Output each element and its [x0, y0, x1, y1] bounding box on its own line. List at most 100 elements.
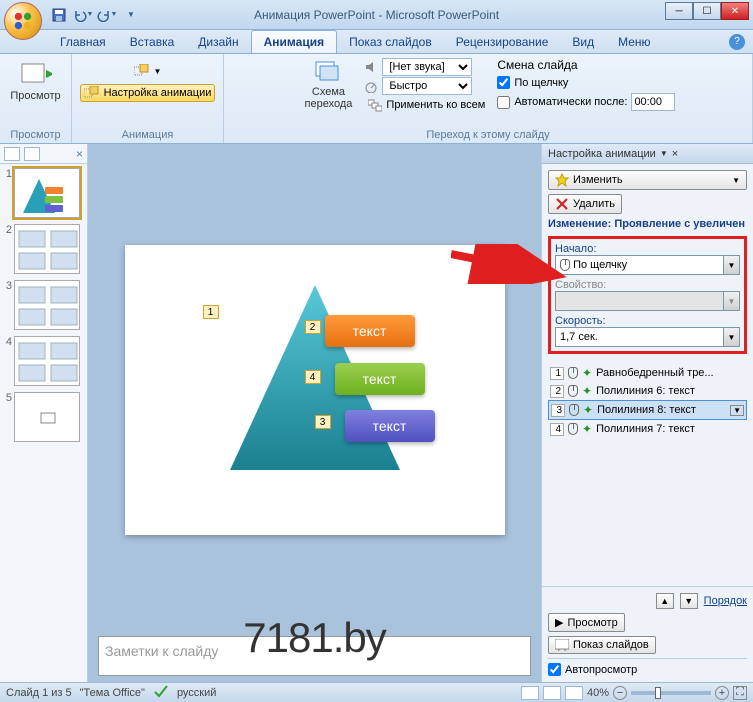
custom-anim-label: Настройка анимации — [104, 87, 212, 99]
preview-label: Просмотр — [10, 90, 60, 102]
mouse-icon — [568, 423, 578, 435]
change-effect-button[interactable]: Изменить ▼ — [548, 170, 747, 190]
spellcheck-icon[interactable] — [153, 684, 169, 701]
sorter-view-button[interactable] — [543, 686, 561, 700]
speed-label: Скорость: — [555, 315, 740, 327]
delete-icon — [555, 197, 569, 211]
animate-icon — [134, 64, 150, 78]
thumbs-header: × — [0, 144, 87, 164]
delete-effect-button[interactable]: Удалить — [548, 194, 622, 214]
anim-group-label: Анимация — [72, 129, 223, 141]
anim-item-4[interactable]: 4✦Полилиния 7: текст — [548, 420, 747, 438]
on-click-check[interactable]: По щелчку — [497, 76, 675, 89]
zoom-percent[interactable]: 40% — [587, 687, 609, 699]
thumb-1[interactable]: 1 — [2, 168, 85, 218]
thumbs-list[interactable]: 1 2 3 4 5 — [0, 164, 87, 682]
scheme-label: Схема перехода — [305, 86, 353, 110]
custom-animation-button[interactable]: Настройка анимации — [80, 84, 216, 102]
thumbs-close[interactable]: × — [76, 147, 83, 161]
anim-item-1[interactable]: 1✦Равнобедренный тре... — [548, 364, 747, 382]
tab-menu[interactable]: Меню — [606, 31, 662, 53]
slideshow-view-button[interactable] — [565, 686, 583, 700]
slide[interactable]: 1 2 текст 4 текст 3 текст — [125, 245, 505, 535]
property-label: Свойство: — [555, 279, 740, 291]
titlebar: ▼ ▼ ▼ Анимация PowerPoint - Microsoft Po… — [0, 0, 753, 30]
play-button[interactable]: ▶ Просмотр — [548, 613, 625, 632]
zoom-slider[interactable] — [631, 691, 711, 695]
zoom-in[interactable]: + — [715, 686, 729, 700]
slideshow-button[interactable]: Показ слайдов — [548, 636, 656, 654]
highlighted-settings: Начало: По щелчку▼ Свойство: ▼ Скорость:… — [548, 236, 747, 354]
office-button[interactable] — [4, 2, 42, 40]
undo-button[interactable]: ▼ — [72, 5, 94, 25]
anim-tag-1[interactable]: 1 — [203, 305, 219, 319]
slides-tab[interactable] — [4, 147, 20, 161]
transition-scheme-button[interactable]: Схема перехода — [301, 58, 357, 112]
autopreview-checkbox[interactable] — [548, 663, 561, 676]
maximize-button[interactable]: ☐ — [693, 2, 721, 20]
anim-item-2[interactable]: 2✦Полилиния 6: текст — [548, 382, 747, 400]
save-button[interactable] — [48, 5, 70, 25]
preview-button[interactable]: Просмотр — [6, 58, 64, 104]
tab-slideshow[interactable]: Показ слайдов — [337, 31, 444, 53]
transition-sound[interactable]: [Нет звука] — [382, 58, 472, 76]
thumb-4[interactable]: 4 — [2, 336, 85, 386]
auto-after-checkbox[interactable] — [497, 96, 510, 109]
tab-insert[interactable]: Вставка — [118, 31, 187, 53]
text-shape-2[interactable]: текст — [335, 363, 425, 395]
anim-tag-4[interactable]: 4 — [305, 370, 321, 384]
tab-animation[interactable]: Анимация — [251, 30, 337, 53]
slide-thumbnails-panel: × 1 2 3 4 5 — [0, 144, 88, 682]
scheme-icon — [314, 60, 342, 84]
taskpane-footer: ▲ ▼ Порядок ▶ Просмотр Показ слайдов Авт… — [542, 586, 753, 682]
thumb-3[interactable]: 3 — [2, 280, 85, 330]
help-icon[interactable]: ? — [729, 34, 745, 50]
change-star-icon — [555, 173, 569, 187]
start-dropdown[interactable]: По щелчку▼ — [555, 255, 740, 275]
animation-list[interactable]: 1✦Равнобедренный тре... 2✦Полилиния 6: т… — [548, 364, 747, 580]
item-dropdown[interactable]: ▼ — [730, 405, 744, 416]
apply-to-all-button[interactable]: Применить ко всем — [364, 96, 489, 114]
close-button[interactable]: ✕ — [721, 2, 749, 20]
qat-customize[interactable]: ▼ — [120, 5, 142, 25]
sound-icon — [364, 60, 378, 74]
fit-to-window[interactable]: ⛶ — [733, 686, 747, 700]
zoom-out[interactable]: − — [613, 686, 627, 700]
tab-view[interactable]: Вид — [560, 31, 606, 53]
normal-view-button[interactable] — [521, 686, 539, 700]
anim-item-3[interactable]: 3✦Полилиния 8: текст▼ — [548, 400, 747, 420]
on-click-checkbox[interactable] — [497, 76, 510, 89]
taskpane-close[interactable]: × — [672, 148, 678, 160]
preview-group-label: Просмотр — [0, 129, 71, 141]
animate-dropdown[interactable]: ▼ — [130, 62, 166, 80]
taskpane-menu[interactable]: ▼ — [660, 149, 668, 158]
auto-after-check[interactable]: Автоматически после: — [497, 93, 675, 111]
reorder-down[interactable]: ▼ — [680, 593, 698, 609]
quick-access-toolbar: ▼ ▼ ▼ — [48, 5, 142, 25]
tab-review[interactable]: Рецензирование — [444, 31, 561, 53]
reorder-up[interactable]: ▲ — [656, 593, 674, 609]
transition-speed[interactable]: Быстро — [382, 77, 472, 95]
text-shape-1[interactable]: текст — [325, 315, 415, 347]
thumb-2[interactable]: 2 — [2, 224, 85, 274]
language-indicator[interactable]: русский — [177, 687, 216, 699]
text-shape-3[interactable]: текст — [345, 410, 435, 442]
redo-button[interactable]: ▼ — [96, 5, 118, 25]
speed-dropdown[interactable]: 1,7 сек.▼ — [555, 327, 740, 347]
slide-viewport[interactable]: 1 2 текст 4 текст 3 текст — [88, 144, 541, 636]
watermark: 7181.by — [243, 614, 385, 662]
tab-design[interactable]: Дизайн — [186, 31, 250, 53]
auto-after-time[interactable] — [631, 93, 675, 111]
anim-tag-3[interactable]: 3 — [315, 415, 331, 429]
tab-home[interactable]: Главная — [48, 31, 118, 53]
thumb-5[interactable]: 5 — [2, 392, 85, 442]
window-controls: ─ ☐ ✕ — [665, 2, 749, 20]
mouse-icon — [569, 404, 579, 416]
autopreview-check[interactable]: Автопросмотр — [548, 663, 747, 676]
slide-canvas-area: 1 2 текст 4 текст 3 текст 7181.by Заметк… — [88, 144, 541, 682]
preview-icon — [20, 60, 52, 88]
reorder-link[interactable]: Порядок — [704, 595, 747, 607]
minimize-button[interactable]: ─ — [665, 2, 693, 20]
outline-tab[interactable] — [24, 147, 40, 161]
anim-tag-2[interactable]: 2 — [305, 320, 321, 334]
